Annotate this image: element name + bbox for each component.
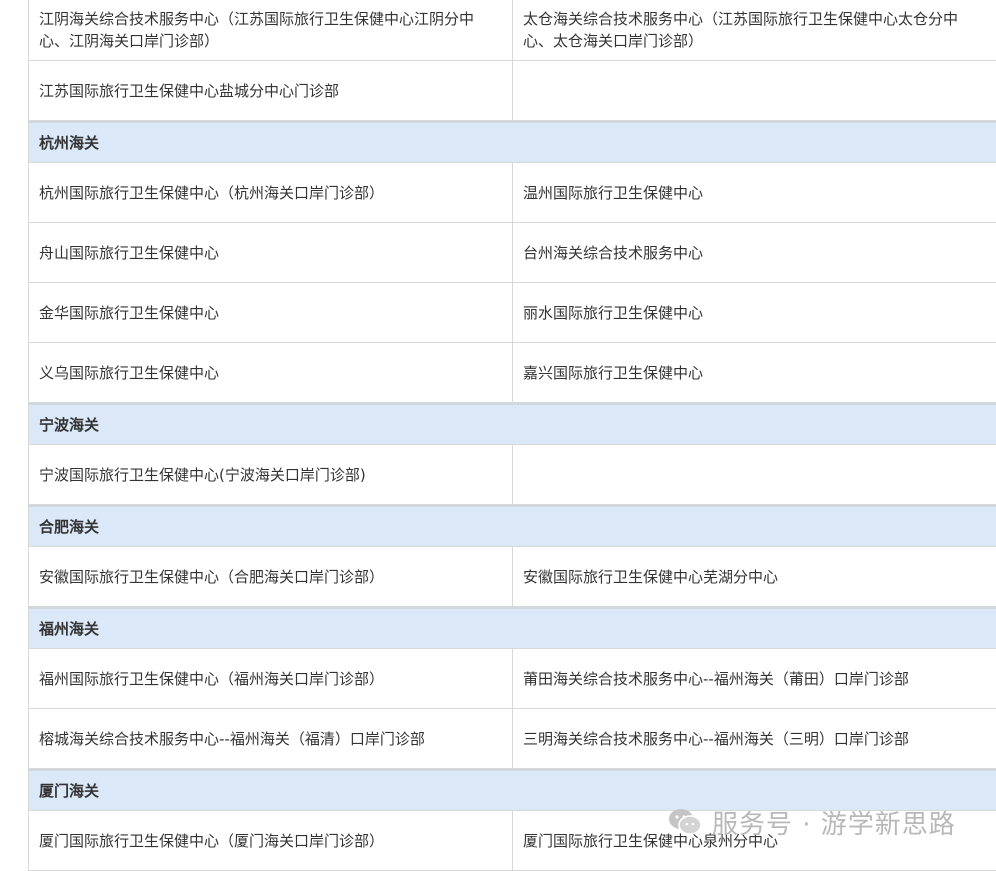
table-cell-left: 义乌国际旅行卫生保健中心 <box>29 343 513 402</box>
table-cell-right: 莆田海关综合技术服务中心--福州海关（莆田）口岸门诊部 <box>523 669 909 688</box>
table-cell-right <box>513 445 996 504</box>
table-cell-left: 安徽国际旅行卫生保健中心（合肥海关口岸门诊部） <box>29 547 513 606</box>
table-cell-left: 舟山国际旅行卫生保健中心 <box>29 223 513 282</box>
table-row: 江阴海关综合技术服务中心（江苏国际旅行卫生保健中心江阴分中心、江阴海关口岸门诊部… <box>29 0 996 61</box>
section-title: 杭州海关 <box>39 133 100 152</box>
table-row: 义乌国际旅行卫生保健中心 嘉兴国际旅行卫生保健中心 <box>29 343 996 403</box>
table-cell-right: 太仓海关综合技术服务中心（江苏国际旅行卫生保健中心太仓分中心、太仓海关口岸门诊部… <box>523 10 959 50</box>
table-row: 安徽国际旅行卫生保健中心（合肥海关口岸门诊部） 安徽国际旅行卫生保健中心芜湖分中心 <box>29 547 996 607</box>
table-cell-left: 厦门国际旅行卫生保健中心（厦门海关口岸门诊部） <box>29 811 513 870</box>
table-cell-right: 三明海关综合技术服务中心--福州海关（三明）口岸门诊部 <box>523 729 909 748</box>
table-row: 江苏国际旅行卫生保健中心盐城分中心门诊部 <box>29 61 996 121</box>
table-row: 杭州国际旅行卫生保健中心（杭州海关口岸门诊部） 温州国际旅行卫生保健中心 <box>29 163 996 223</box>
table-row: 舟山国际旅行卫生保健中心 台州海关综合技术服务中心 <box>29 223 996 283</box>
table-row: 榕城海关综合技术服务中心--福州海关（福清）口岸门诊部 三明海关综合技术服务中心-… <box>29 709 996 769</box>
table-cell-right: 温州国际旅行卫生保健中心 <box>523 183 704 202</box>
table-cell-right: 丽水国际旅行卫生保健中心 <box>523 303 704 322</box>
table-cell-left: 江苏国际旅行卫生保健中心盐城分中心门诊部 <box>29 61 513 120</box>
table-row: 福州国际旅行卫生保健中心（福州海关口岸门诊部） 莆田海关综合技术服务中心--福州海… <box>29 649 996 709</box>
table-cell-left: 金华国际旅行卫生保健中心 <box>29 283 513 342</box>
table-row: 金华国际旅行卫生保健中心 丽水国际旅行卫生保健中心 <box>29 283 996 343</box>
section-header: 合肥海关 <box>29 505 996 547</box>
table-cell-left: 福州国际旅行卫生保健中心（福州海关口岸门诊部） <box>29 649 513 708</box>
clinic-table: 江阴海关综合技术服务中心（江苏国际旅行卫生保健中心江阴分中心、江阴海关口岸门诊部… <box>28 0 996 871</box>
table-cell-right: 安徽国际旅行卫生保健中心芜湖分中心 <box>523 567 779 586</box>
section-header: 福州海关 <box>29 607 996 649</box>
wechat-icon <box>669 809 702 835</box>
table-cell-right: 嘉兴国际旅行卫生保健中心 <box>523 363 704 382</box>
section-header: 宁波海关 <box>29 403 996 445</box>
table-cell-right: 台州海关综合技术服务中心 <box>523 243 704 262</box>
section-header: 杭州海关 <box>29 121 996 163</box>
table-cell-left: 杭州国际旅行卫生保健中心（杭州海关口岸门诊部） <box>29 163 513 222</box>
section-title: 合肥海关 <box>39 517 100 536</box>
section-title: 宁波海关 <box>39 415 100 434</box>
section-title: 福州海关 <box>39 619 100 638</box>
table-cell-left: 榕城海关综合技术服务中心--福州海关（福清）口岸门诊部 <box>29 709 513 768</box>
table-cell-right <box>513 61 996 120</box>
watermark: 服务号 · 游学新思路 <box>668 806 956 840</box>
table-row: 宁波国际旅行卫生保健中心(宁波海关口岸门诊部) <box>29 445 996 505</box>
table-cell-left: 江阴海关综合技术服务中心（江苏国际旅行卫生保健中心江阴分中心、江阴海关口岸门诊部… <box>29 0 513 60</box>
watermark-text: 服务号 · 游学新思路 <box>712 809 956 840</box>
table-cell-left: 宁波国际旅行卫生保健中心(宁波海关口岸门诊部) <box>29 445 513 504</box>
